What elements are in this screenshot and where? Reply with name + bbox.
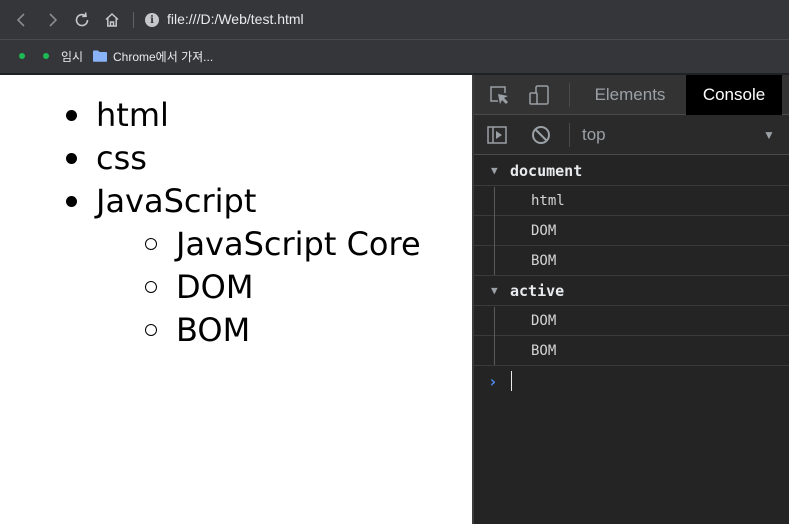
list-item: css <box>96 139 147 177</box>
sublist-bullet <box>145 324 157 336</box>
console-message: BOM <box>531 342 557 359</box>
tab-console[interactable]: Console <box>686 75 782 115</box>
console-log-line: BOM <box>474 246 789 276</box>
console-group-active[interactable]: ▼ active <box>474 276 789 306</box>
list-bullet <box>66 153 77 164</box>
folder-icon <box>93 50 107 62</box>
console-toolbar: top ▼ <box>474 115 789 155</box>
console-message: DOM <box>531 312 557 329</box>
console-message: DOM <box>531 222 557 239</box>
console-group-document[interactable]: ▼ document <box>474 156 789 186</box>
expand-triangle-icon[interactable]: ▼ <box>491 284 498 297</box>
list-bullet <box>66 196 77 207</box>
forward-button[interactable] <box>40 8 64 32</box>
inspect-element-button[interactable] <box>488 84 510 106</box>
sublist-bullet <box>145 238 157 250</box>
tabbar-divider <box>569 83 570 107</box>
console-log-line: html <box>474 186 789 216</box>
arrow-left-icon <box>16 13 25 27</box>
console-message: BOM <box>531 252 557 269</box>
console-prompt-line[interactable]: › <box>474 366 789 396</box>
toolbar-divider <box>133 12 134 28</box>
devtools-panel: Elements Console top ▼ ▼ document html D… <box>472 75 789 524</box>
list-item: JavaScript <box>96 182 257 220</box>
back-button[interactable] <box>10 8 34 32</box>
show-sidebar-button[interactable] <box>486 124 508 146</box>
chevron-down-icon[interactable]: ▼ <box>763 128 775 142</box>
home-button[interactable] <box>100 8 124 32</box>
bookmark-item-temp[interactable]: 임시 <box>61 48 83 65</box>
arrow-right-icon <box>49 13 58 27</box>
expand-triangle-icon[interactable]: ▼ <box>491 164 498 177</box>
bookmark-dot-icon[interactable] <box>43 53 49 59</box>
console-message: html <box>531 192 565 209</box>
list-bullet <box>66 110 77 121</box>
browser-toolbar: i file:///D:/Web/test.html <box>0 0 789 40</box>
bookmark-dot-icon <box>19 53 25 59</box>
group-indent-guide <box>494 187 495 275</box>
toolbar-divider <box>569 123 570 147</box>
select-element-icon <box>490 86 508 104</box>
prompt-chevron-icon: › <box>488 371 498 391</box>
console-log-line: DOM <box>474 216 789 246</box>
console-input-cursor[interactable] <box>511 371 512 391</box>
device-toolbar-button[interactable] <box>528 84 550 106</box>
console-group-label: document <box>510 161 583 180</box>
group-indent-guide <box>494 307 495 365</box>
page-viewport: html css JavaScript JavaScript Core DOM … <box>0 75 472 524</box>
tab-elements[interactable]: Elements <box>580 75 680 115</box>
console-log-line: BOM <box>474 336 789 366</box>
bookmarks-bar: 임시 Chrome에서 가져... <box>0 40 789 74</box>
sublist-item: JavaScript Core <box>176 225 421 263</box>
reload-icon <box>75 12 89 27</box>
bookmark-item-imported[interactable]: Chrome에서 가져... <box>113 48 213 65</box>
console-log-line: DOM <box>474 306 789 336</box>
clear-console-button[interactable] <box>530 124 552 146</box>
sidebar-toggle-icon <box>487 126 507 144</box>
context-selector[interactable]: top <box>582 125 606 145</box>
site-info-icon[interactable]: i <box>145 13 159 27</box>
devtools-tabbar: Elements Console <box>474 75 789 115</box>
sublist-item: BOM <box>176 311 251 349</box>
reload-button[interactable] <box>70 8 94 32</box>
sublist-item: DOM <box>176 268 254 306</box>
console-output: ▼ document html DOM BOM ▼ active DOM BOM… <box>474 156 789 524</box>
console-group-label: active <box>510 281 565 300</box>
list-item: html <box>96 96 169 134</box>
address-bar-url[interactable]: file:///D:/Web/test.html <box>167 11 304 27</box>
sublist-bullet <box>145 281 157 293</box>
home-icon <box>105 12 119 27</box>
device-mode-icon <box>529 85 549 105</box>
clear-icon <box>532 126 550 144</box>
